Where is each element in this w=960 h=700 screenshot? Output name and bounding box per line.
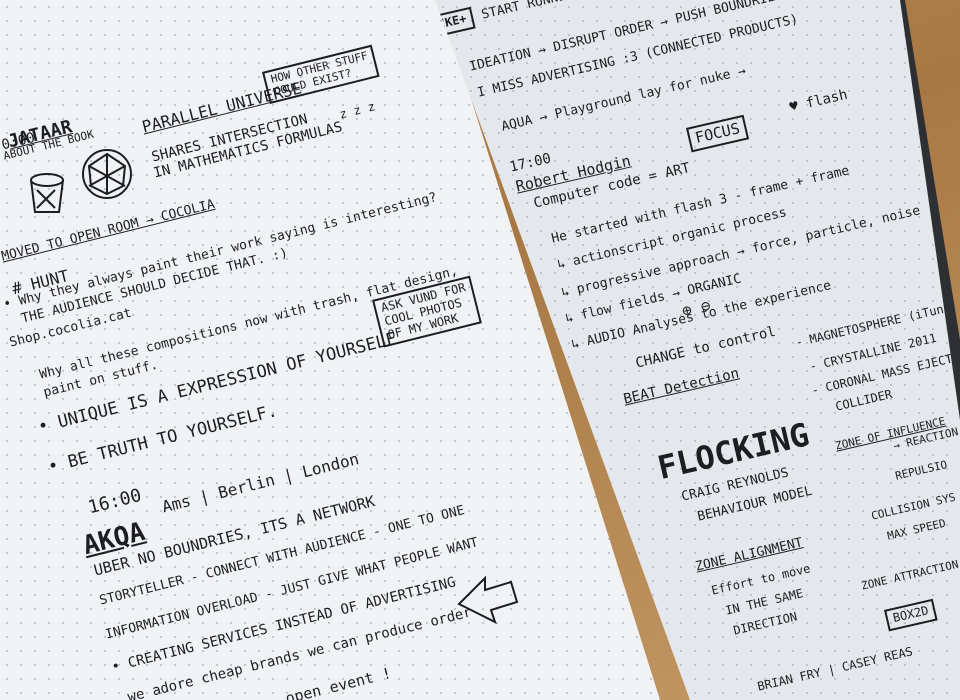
focus-box: FOCUS [686,114,750,153]
brian-casey: BRIAN FRY | CASEY REAS [756,644,915,694]
time-1600: 16:00 [86,484,144,519]
web-sketch-icon [82,149,132,199]
zzz: z z z [338,99,377,122]
collider: COLLIDER [834,386,894,414]
zone-attraction: ZONE ATTRACTION [860,557,960,593]
left-arrow-sketch-icon [457,575,519,624]
flash-heart: ♥ flash [788,86,850,116]
repulsion: REPULSIO [894,458,949,483]
max-speed: MAX SPEED [886,516,948,543]
beat-detection: BEAT Detection [622,365,741,408]
box-other-stuff: HOW OTHER STUFF COULD EXIST? [262,44,381,105]
box2d-box: BOX2D [884,598,938,632]
start-running: START RUNNING [480,0,583,23]
